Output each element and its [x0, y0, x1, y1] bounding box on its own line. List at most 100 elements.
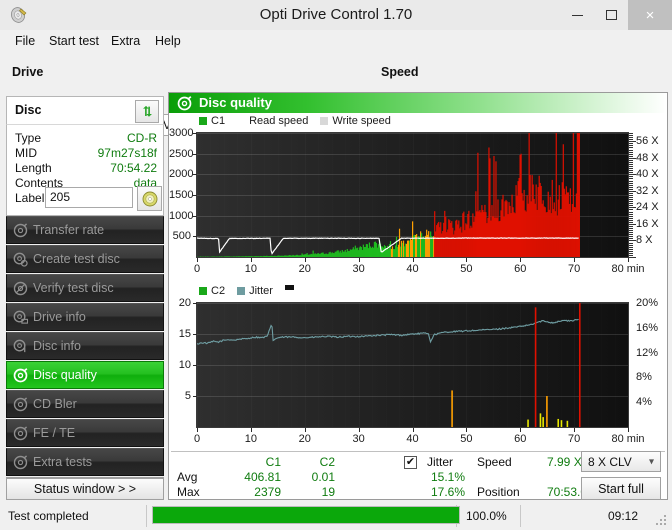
x-tick-label: 10: [244, 263, 257, 275]
sidebar-item-verify-test-disc[interactable]: Verify test disc: [6, 274, 164, 302]
x-tick-label: 70: [568, 263, 581, 275]
close-button[interactable]: ×: [628, 0, 672, 30]
legend-label: Jitter: [249, 285, 273, 297]
x-tick: [197, 258, 198, 262]
x-tick: [574, 258, 576, 262]
legend-swatch: [320, 117, 329, 125]
stats-row-max-label: Max: [177, 485, 200, 499]
disc-label-cd-button[interactable]: [137, 186, 162, 211]
y2-tick: [629, 188, 633, 190]
y2-tick: [629, 217, 633, 219]
left-panel: Disc Type CD-R MID 97m27s18f Length 70:5…: [6, 96, 164, 500]
disc-info-header: Disc: [6, 96, 164, 124]
resize-grip[interactable]: [655, 514, 666, 525]
sidebar-item-label: CD Bler: [33, 397, 77, 411]
disc-quality-panel: Disc quality C1 Read speed Write speed 500…: [168, 92, 668, 526]
jitter-label: Jitter: [427, 455, 454, 469]
y2-tick: [629, 170, 633, 172]
disc-refresh-button[interactable]: [135, 100, 159, 123]
menu-start-test[interactable]: Start test: [42, 30, 106, 52]
x-tick: [197, 428, 198, 432]
y-tick: [193, 215, 197, 217]
c2-jitter-chart[interactable]: C2 Jitter 5 10 15 20 4% 8% 12% 16% 20% 0 10 20 30 40 50…: [169, 283, 667, 451]
y2-tick: [629, 186, 633, 188]
x-tick: [628, 258, 629, 262]
sidebar-item-drive-info[interactable]: Drive info: [6, 303, 164, 331]
y2-tick: [629, 215, 633, 217]
x-tick-label: 50: [460, 263, 473, 275]
sidebar-item-transfer-rate[interactable]: Transfer rate: [6, 216, 164, 244]
y2-tick: [629, 176, 633, 178]
x-tick: [412, 428, 414, 432]
y-tick: [193, 334, 197, 335]
sidebar-item-label: Disc quality: [33, 368, 97, 382]
drive-label: Drive: [12, 65, 44, 79]
y2-tick: [629, 145, 633, 147]
disc-icon: [7, 281, 33, 296]
status-separator: [146, 505, 147, 527]
y2-tick-label: 48 X: [636, 151, 659, 164]
disc-icon: [7, 367, 33, 383]
start-full-button[interactable]: Start full: [581, 477, 661, 500]
y2-tick: [629, 197, 633, 199]
sidebar-item-disc-info[interactable]: Disc info: [6, 332, 164, 360]
elapsed-time: 09:12: [607, 509, 638, 523]
sidebar-item-extra-tests[interactable]: Extra tests: [6, 448, 164, 476]
cd-disc-icon: [142, 191, 157, 206]
c1-chart[interactable]: C1 Read speed Write speed 500 1000 1500 2000 2…: [169, 113, 667, 283]
menu-file[interactable]: File: [8, 30, 42, 52]
y-tick: [193, 365, 197, 366]
disc-row-type: Type CD-R: [7, 131, 165, 146]
c1-chart-legend: C1 Read speed Write speed: [199, 115, 403, 127]
y2-tick: [629, 180, 633, 182]
sidebar-item-create-test-disc[interactable]: Create test disc: [6, 245, 164, 273]
x-tick-label: 70: [568, 433, 581, 445]
disc-type-value: CD-R: [127, 131, 157, 145]
y2-tick: [629, 139, 633, 141]
y2-tick: [629, 252, 633, 254]
y2-tick: [629, 135, 633, 137]
y2-tick: [629, 164, 633, 165]
y2-tick: [629, 226, 633, 227]
y-tick-label: 1500: [169, 189, 194, 201]
menu-extra[interactable]: Extra: [104, 30, 147, 52]
sidebar-item-cd-bler[interactable]: CD Bler: [6, 390, 164, 418]
disc-icon: [7, 339, 33, 354]
sidebar-item-fe-te[interactable]: FE / TE: [6, 419, 164, 447]
disc-panel-title: Disc: [15, 103, 42, 117]
y2-tick: [629, 236, 633, 238]
speed-stat-label: Speed: [477, 455, 512, 469]
disc-quality-icon: [177, 96, 192, 111]
x-tick: [358, 428, 360, 432]
y2-tick: [629, 166, 633, 168]
jitter-checkbox[interactable]: ✔: [404, 456, 417, 469]
y-tick: [193, 303, 197, 304]
position-stat-label: Position: [477, 485, 520, 499]
x-tick-label: 30: [352, 433, 365, 445]
sidebar-item-label: Transfer rate: [33, 223, 105, 237]
x-tick-label: 0: [193, 433, 201, 445]
y-tick-label: 20: [178, 297, 191, 309]
menu-help[interactable]: Help: [148, 30, 188, 52]
write-mode-select[interactable]: 8 X CLV ▾: [581, 451, 661, 472]
disc-mid-label: MID: [15, 146, 37, 160]
legend-label: C1: [211, 115, 226, 127]
status-window-button[interactable]: Status window > >: [6, 478, 164, 500]
stats-panel: C1 C2 Avg Max Total 406.81 2379 1730161 …: [169, 451, 667, 526]
x-tick: [520, 258, 522, 262]
menu-bar: File Start test Extra Help: [0, 30, 672, 52]
y2-tick: [629, 137, 633, 139]
sidebar-item-disc-quality[interactable]: Disc quality: [6, 361, 164, 389]
disc-label-input[interactable]: 205: [45, 187, 133, 208]
y2-tick: [629, 203, 633, 205]
y2-tick: [629, 207, 636, 209]
stats-jitter-avg: 15.1%: [430, 470, 465, 484]
disc-icon: [7, 310, 33, 325]
gridline: [628, 303, 629, 427]
minimize-button[interactable]: [560, 0, 594, 30]
y2-tick: [629, 149, 633, 151]
disc-icon: [7, 252, 33, 267]
stats-c2-avg: 0.01: [311, 470, 335, 484]
y2-tick: [629, 257, 636, 258]
maximize-button[interactable]: [594, 0, 628, 30]
